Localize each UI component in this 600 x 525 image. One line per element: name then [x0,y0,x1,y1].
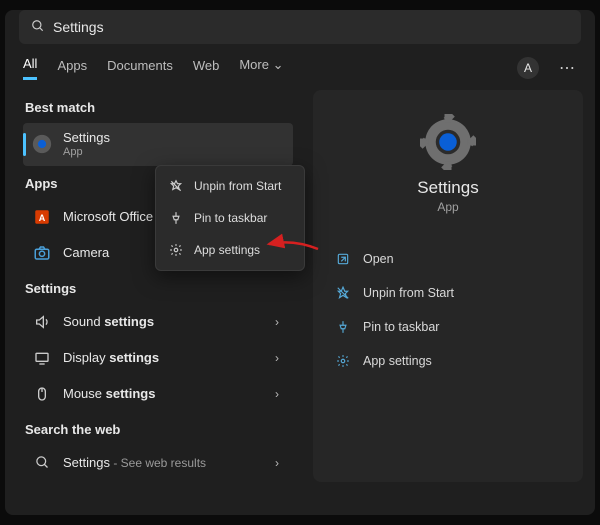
action-app-settings[interactable]: App settings [313,344,583,378]
chevron-right-icon: › [275,387,279,401]
unpin-icon [335,285,351,301]
open-icon [335,251,351,267]
sound-icon [31,311,53,333]
settings-icon [31,133,53,155]
result-display-settings[interactable]: Display settings › [23,340,293,376]
tabs: All Apps Documents Web More ⌄ A ⋯ [5,44,595,80]
chevron-right-icon: › [275,456,279,470]
pin-icon [335,319,351,335]
result-sound-settings[interactable]: Sound settings › [23,304,293,340]
section-search-web: Search the web [25,422,293,437]
ctx-pin-taskbar[interactable]: Pin to taskbar [160,202,300,234]
ctx-label: App settings [194,243,260,257]
svg-text:A: A [39,213,46,223]
chevron-right-icon: › [275,351,279,365]
profile-avatar[interactable]: A [517,57,539,79]
section-settings: Settings [25,281,293,296]
chevron-down-icon: ⌄ [273,57,284,72]
pin-icon [168,210,184,226]
action-label: Open [363,252,394,266]
best-match-title: Settings [63,130,285,146]
chevron-right-icon: › [275,315,279,329]
action-open[interactable]: Open [313,242,583,276]
action-label: App settings [363,354,432,368]
search-bar[interactable] [19,10,581,44]
ctx-unpin-start[interactable]: Unpin from Start [160,170,300,202]
tab-documents[interactable]: Documents [107,58,173,79]
section-best-match: Best match [25,100,293,115]
result-mouse-settings[interactable]: Mouse settings › [23,376,293,412]
ctx-app-settings[interactable]: App settings [160,234,300,266]
tab-more[interactable]: More ⌄ [239,57,283,79]
context-menu: Unpin from Start Pin to taskbar App sett… [155,165,305,271]
result-best-match[interactable]: Settings App [23,123,293,166]
result-search-web[interactable]: Settings - See web results › [23,445,293,481]
ctx-label: Pin to taskbar [194,211,267,225]
tab-apps[interactable]: Apps [57,58,87,79]
details-pane: Settings App Open Unpin from Start Pin t… [313,90,583,482]
action-label: Pin to taskbar [363,320,439,334]
camera-icon [31,242,53,264]
gear-icon [335,353,351,369]
ctx-label: Unpin from Start [194,179,281,193]
tab-all[interactable]: All [23,56,37,80]
action-pin-taskbar[interactable]: Pin to taskbar [313,310,583,344]
more-options[interactable]: ⋯ [559,58,577,78]
start-search-panel: All Apps Documents Web More ⌄ A ⋯ Best m… [5,10,595,515]
search-icon [31,452,53,474]
details-sub: App [313,200,583,214]
office-icon: A [31,206,53,228]
action-unpin[interactable]: Unpin from Start [313,276,583,310]
gear-icon [168,242,184,258]
mouse-icon [31,383,53,405]
unpin-icon [168,178,184,194]
tab-web[interactable]: Web [193,58,220,79]
action-label: Unpin from Start [363,286,454,300]
display-icon [31,347,53,369]
best-match-sub: App [63,146,285,159]
details-app-icon [313,114,583,170]
details-title: Settings [313,178,583,198]
search-icon [31,19,45,36]
search-input[interactable] [53,19,569,35]
